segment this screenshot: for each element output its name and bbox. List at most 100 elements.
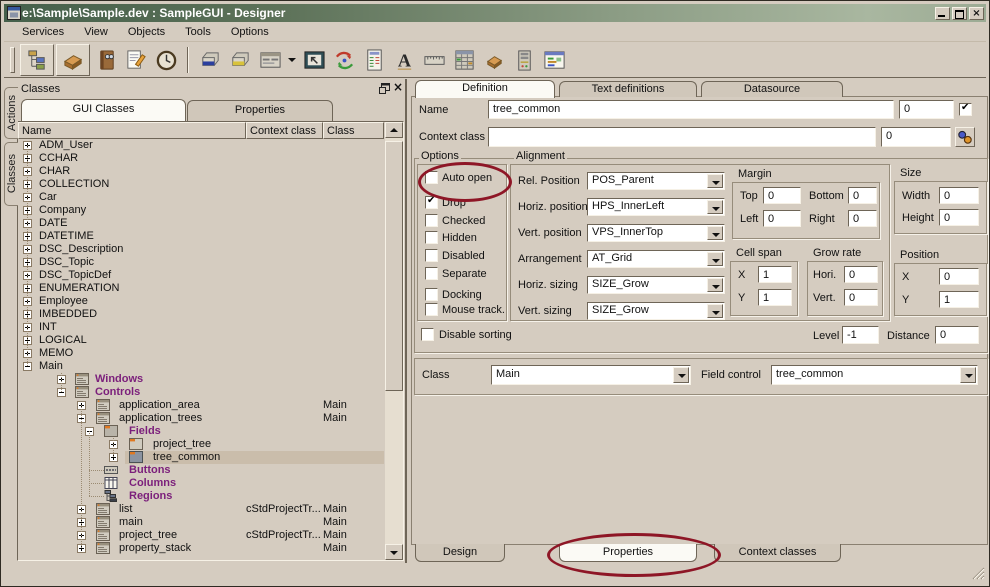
side-tab-actions[interactable]: Actions	[4, 87, 18, 139]
tab-datasource[interactable]: Datasource	[701, 81, 843, 97]
tab-context-classes[interactable]: Context classes	[714, 544, 841, 562]
chevron-down-icon[interactable]	[707, 174, 723, 188]
tree-node-collection[interactable]: COLLECTION	[18, 178, 384, 191]
margin-bottom-input[interactable]: 0	[848, 187, 877, 204]
resize-grip[interactable]	[969, 564, 985, 580]
size-height-input[interactable]: 0	[939, 209, 979, 226]
auto-open-checkbox[interactable]	[425, 171, 438, 184]
level-input[interactable]: -1	[842, 326, 879, 344]
drive-yellow-button[interactable]	[226, 46, 254, 74]
tree-node-dsc_description[interactable]: DSC_Description	[18, 243, 384, 256]
position-y-input[interactable]: 1	[939, 291, 979, 308]
tree-node-application_area[interactable]: application_areaMain	[18, 399, 384, 412]
report-button[interactable]	[360, 46, 388, 74]
scrollbar-thumb[interactable]	[385, 141, 403, 391]
tab-text-definitions[interactable]: Text definitions	[559, 81, 697, 97]
chevron-down-icon[interactable]	[673, 367, 689, 383]
tree-node-datetime[interactable]: DATETIME	[18, 230, 384, 243]
float-panel-icon[interactable]	[379, 83, 390, 94]
clock-button[interactable]	[152, 46, 180, 74]
scroll-down-button[interactable]	[385, 544, 403, 560]
server-button[interactable]	[510, 46, 538, 74]
tree-node-adm_user[interactable]: ADM_User	[18, 139, 384, 152]
tree-node-date[interactable]: DATE	[18, 217, 384, 230]
column-header-class[interactable]: Class	[323, 122, 384, 139]
left-tab-gui-classes[interactable]: GUI Classes	[21, 99, 186, 121]
chevron-down-icon[interactable]	[707, 278, 723, 292]
arrangement-dropdown[interactable]: AT_Grid	[587, 250, 725, 268]
name-number-input[interactable]: 0	[899, 100, 954, 119]
drop-checkbox[interactable]	[425, 196, 438, 209]
cell-span-x-input[interactable]: 1	[758, 266, 792, 283]
tree-node-enumeration[interactable]: ENUMERATION	[18, 282, 384, 295]
menu-objects[interactable]: Objects	[118, 24, 175, 41]
book-button[interactable]	[92, 46, 120, 74]
name-input[interactable]: tree_common	[488, 100, 894, 119]
grow-rate-vert-input[interactable]: 0	[844, 289, 878, 306]
vert-sizing-dropdown[interactable]: SIZE_Grow	[587, 302, 725, 320]
tree-node-regions[interactable]: Regions	[18, 490, 384, 503]
tree-node-int[interactable]: INT	[18, 321, 384, 334]
size-width-input[interactable]: 0	[939, 187, 979, 204]
tree-node-imbedded[interactable]: IMBEDDED	[18, 308, 384, 321]
tree-node-memo[interactable]: MEMO	[18, 347, 384, 360]
window-arrow-button[interactable]	[300, 46, 328, 74]
close-button[interactable]: ×	[969, 7, 984, 20]
tree-node-project_tree[interactable]: project_treecStdProjectTr...Main	[18, 529, 384, 542]
checked-checkbox[interactable]	[425, 214, 438, 227]
panel-splitter[interactable]	[405, 79, 407, 563]
close-panel-icon[interactable]: ×	[392, 81, 404, 93]
horiz-position-dropdown[interactable]: HPS_InnerLeft	[587, 198, 725, 216]
drive-blue-button[interactable]	[196, 46, 224, 74]
tab-design[interactable]: Design	[415, 544, 505, 562]
class-hierarchy-button[interactable]	[20, 44, 54, 76]
tree-node-logical[interactable]: LOGICAL	[18, 334, 384, 347]
horiz-sizing-dropdown[interactable]: SIZE_Grow	[587, 276, 725, 294]
disabled-checkbox[interactable]	[425, 249, 438, 262]
vert-position-dropdown[interactable]: VPS_InnerTop	[587, 224, 725, 242]
menu-tools[interactable]: Tools	[175, 24, 221, 41]
tree-node-property_stack[interactable]: property_stackMain	[18, 542, 384, 555]
tree-node-company[interactable]: Company	[18, 204, 384, 217]
tree-node-dsc_topicdef[interactable]: DSC_TopicDef	[18, 269, 384, 282]
position-x-input[interactable]: 0	[939, 268, 979, 285]
tree-node-application_trees[interactable]: application_treesMain	[18, 412, 384, 425]
menu-services[interactable]: Services	[12, 24, 74, 41]
separate-checkbox[interactable]	[425, 267, 438, 280]
context-class-lookup-button[interactable]	[955, 127, 975, 147]
tree-node-list[interactable]: listcStdProjectTr...Main	[18, 503, 384, 516]
ruler-button[interactable]	[420, 46, 448, 74]
menu-view[interactable]: View	[74, 24, 118, 41]
tree-node-columns[interactable]: Columns	[18, 477, 384, 490]
field-control-dropdown[interactable]: tree_common	[771, 365, 978, 385]
margin-right-input[interactable]: 0	[848, 210, 877, 227]
left-tab-properties[interactable]: Properties	[187, 100, 333, 121]
chevron-down-icon[interactable]	[960, 367, 976, 383]
colored-arrows-button[interactable]	[330, 46, 358, 74]
menu-options[interactable]: Options	[221, 24, 279, 41]
tab-properties[interactable]: Properties	[559, 544, 697, 562]
margin-left-input[interactable]: 0	[763, 210, 801, 227]
chevron-down-icon[interactable]	[707, 252, 723, 266]
chevron-down-icon[interactable]	[707, 304, 723, 318]
side-tab-classes[interactable]: Classes	[4, 142, 18, 206]
font-button[interactable]: A	[390, 46, 418, 74]
tree-node-employee[interactable]: Employee	[18, 295, 384, 308]
rel-position-dropdown[interactable]: POS_Parent	[587, 172, 725, 190]
maximize-button[interactable]	[952, 7, 967, 20]
toolbar-grip[interactable]	[10, 47, 15, 73]
distance-input[interactable]: 0	[935, 326, 979, 344]
column-header-context-class[interactable]: Context class	[246, 122, 323, 139]
cell-span-y-input[interactable]: 1	[758, 289, 792, 306]
tree-node-dsc_topic[interactable]: DSC_Topic	[18, 256, 384, 269]
tab-definition[interactable]: Definition	[415, 80, 555, 98]
tree-node-controls[interactable]: Controls	[18, 386, 384, 399]
tree-node-windows[interactable]: Windows	[18, 373, 384, 386]
hidden-checkbox[interactable]	[425, 231, 438, 244]
toolbar-dropdown-caret[interactable]	[285, 46, 299, 74]
tree-node-fields[interactable]: Fields	[18, 425, 384, 438]
mouse-track-checkbox[interactable]	[425, 303, 438, 316]
chevron-down-icon[interactable]	[707, 226, 723, 240]
name-checkbox[interactable]	[959, 103, 972, 116]
tree-node-project_tree[interactable]: project_tree	[18, 438, 384, 451]
